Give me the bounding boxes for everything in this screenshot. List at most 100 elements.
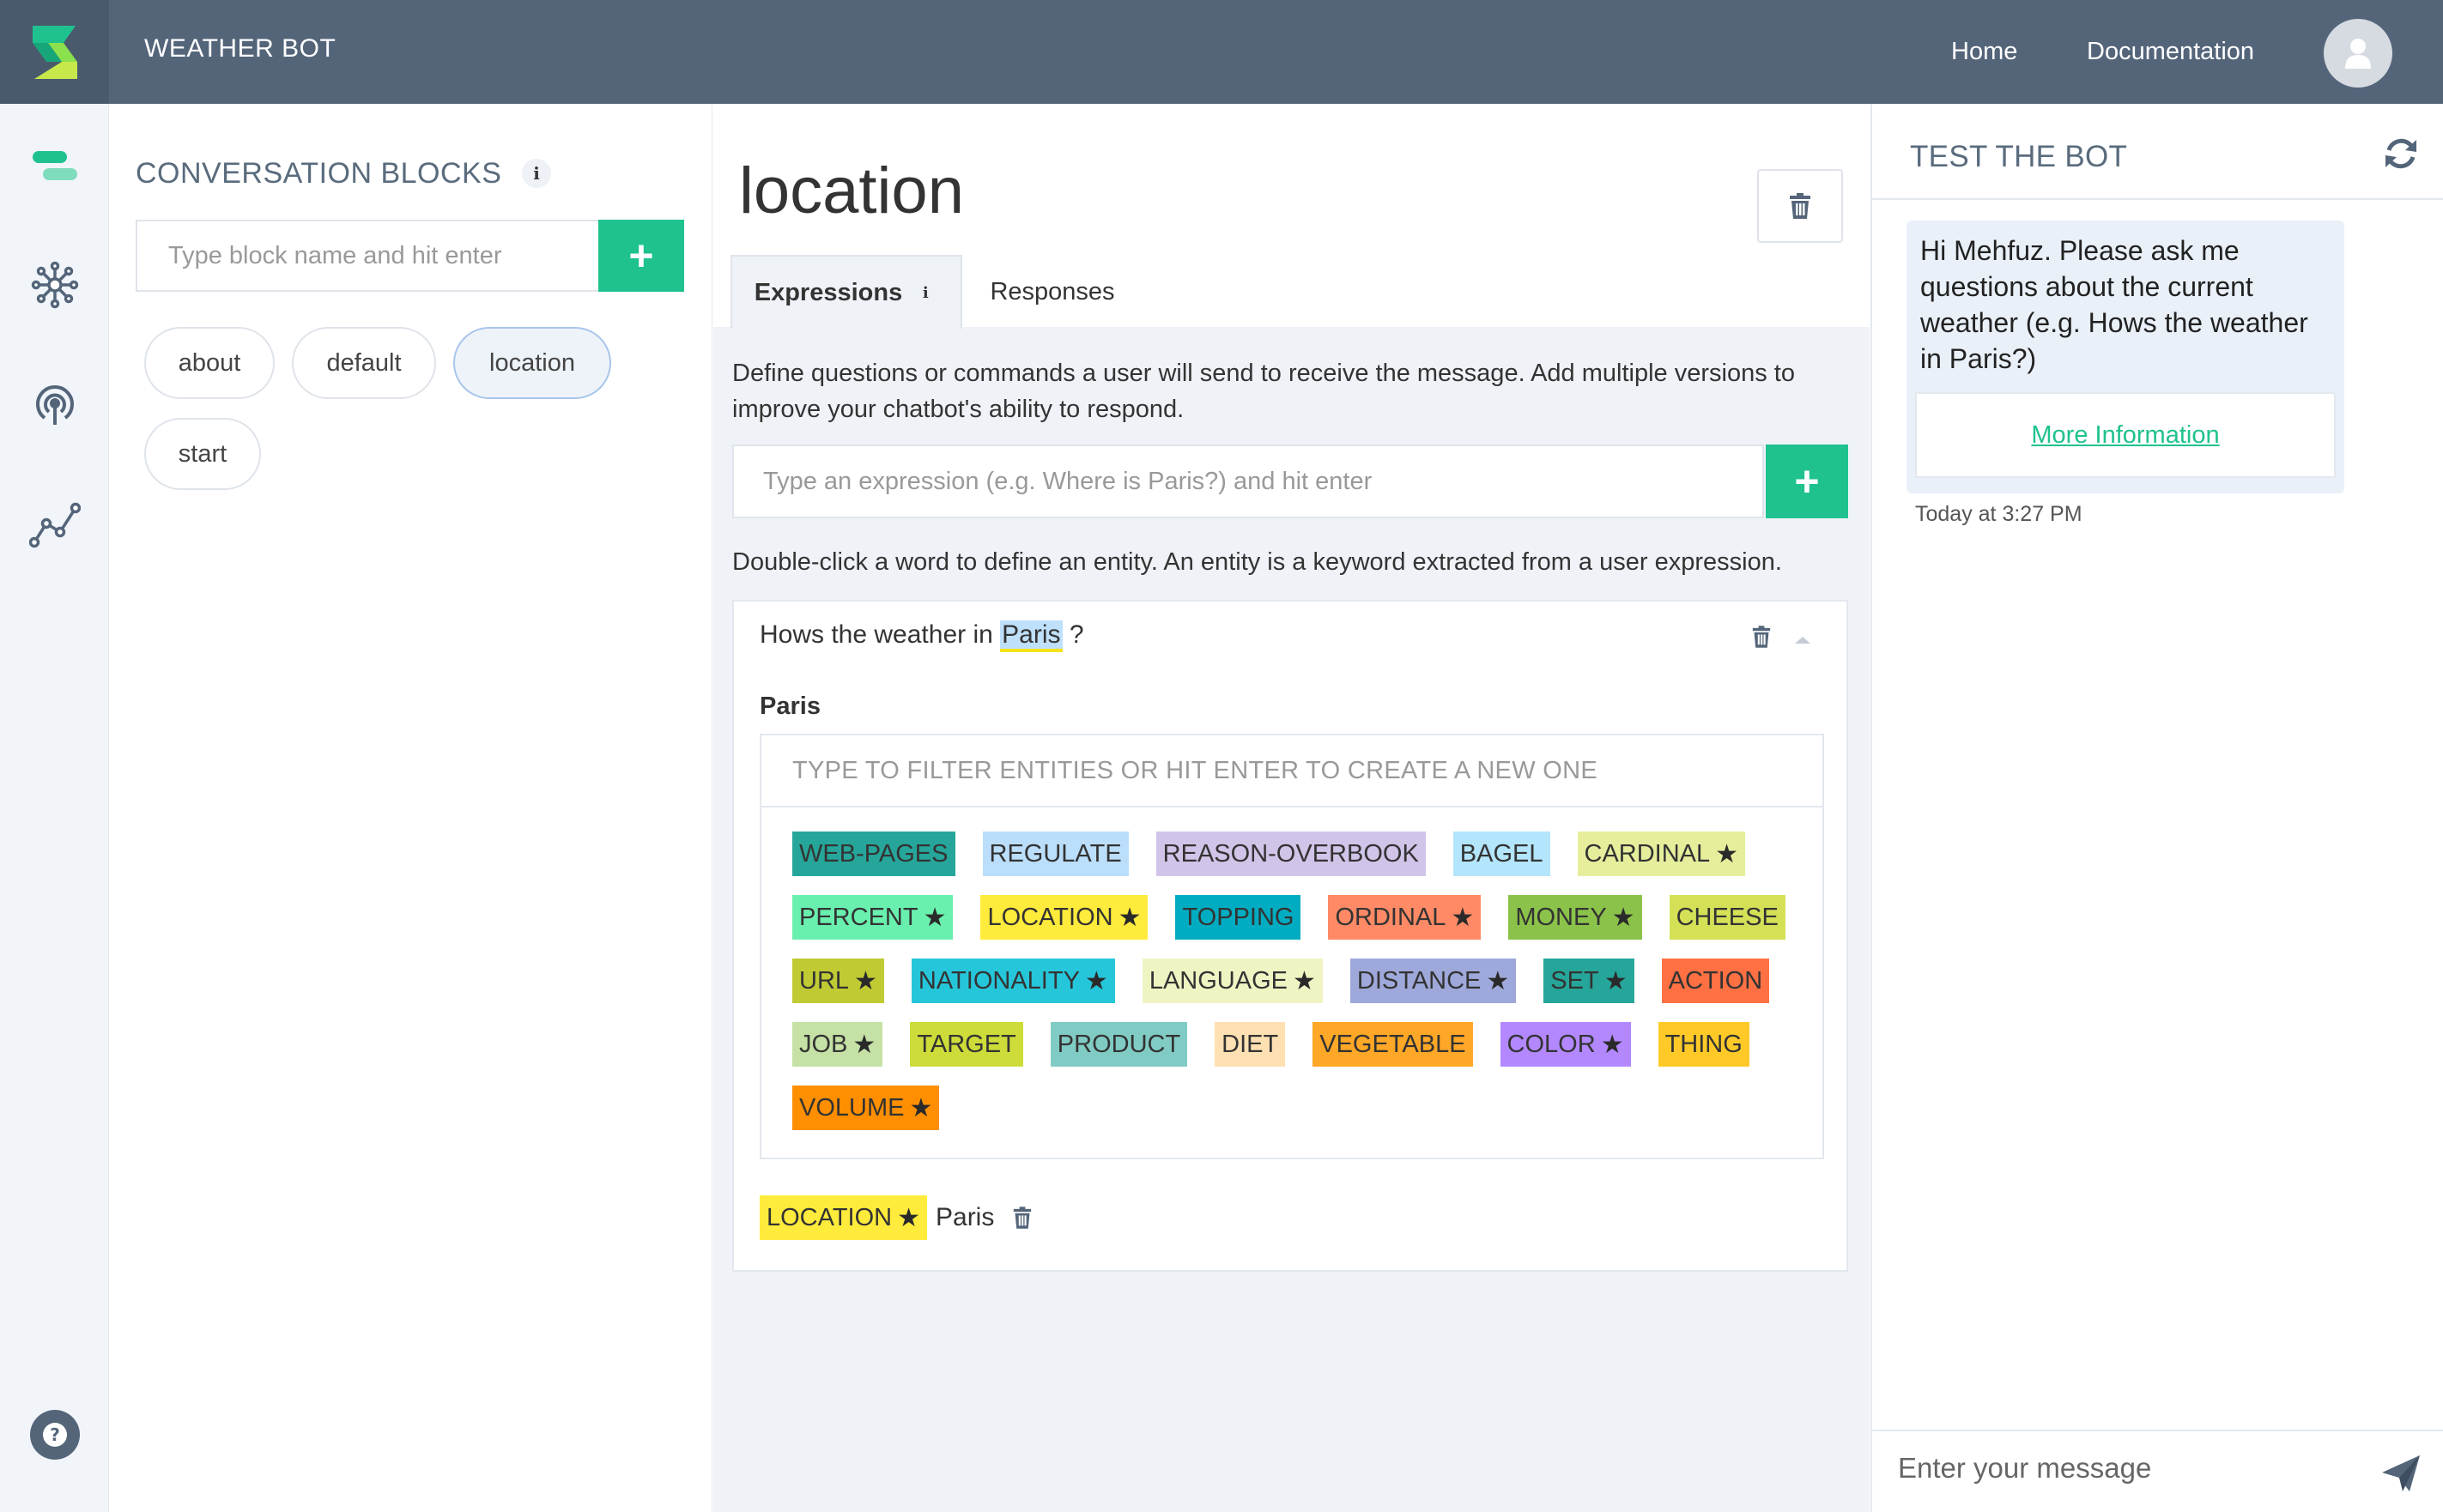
test-bot-title: TEST THE BOT bbox=[1910, 140, 2128, 173]
entity-tag-label: PERCENT bbox=[799, 903, 918, 931]
entity-tag-label: TARGET bbox=[917, 1030, 1016, 1058]
broadcast-icon[interactable] bbox=[28, 378, 82, 432]
star-icon: ★ bbox=[1293, 966, 1316, 995]
entity-tag-ordinal[interactable]: ORDINAL ★ bbox=[1328, 895, 1482, 940]
entity-tag-url[interactable]: URL ★ bbox=[792, 959, 884, 1003]
entity-tag-label: THING bbox=[1664, 1030, 1743, 1058]
entities-icon[interactable] bbox=[28, 258, 82, 311]
assigned-entity-label: LOCATION bbox=[767, 1203, 893, 1231]
star-icon: ★ bbox=[854, 966, 877, 995]
star-icon: ★ bbox=[909, 1093, 933, 1122]
entity-tag-location[interactable]: LOCATION ★ bbox=[980, 895, 1149, 940]
info-icon[interactable]: i bbox=[522, 159, 552, 188]
entity-tag-nationality[interactable]: NATIONALITY ★ bbox=[911, 959, 1115, 1003]
test-bot-header: TEST THE BOT bbox=[1872, 104, 2443, 200]
app-logo[interactable] bbox=[0, 0, 109, 104]
entity-tag-volume[interactable]: VOLUME ★ bbox=[792, 1086, 940, 1130]
star-icon: ★ bbox=[1118, 903, 1142, 932]
entity-tag-label: DIET bbox=[1222, 1030, 1279, 1058]
nav-documentation-link[interactable]: Documentation bbox=[2087, 38, 2254, 66]
block-pill-location[interactable]: location bbox=[453, 327, 611, 399]
nav-home-link[interactable]: Home bbox=[1951, 38, 2017, 66]
user-avatar[interactable] bbox=[2324, 19, 2392, 88]
star-icon: ★ bbox=[1451, 903, 1475, 932]
delete-expression-button[interactable] bbox=[1752, 626, 1771, 652]
expression-text[interactable]: Hows the weather in Paris ? bbox=[760, 620, 1084, 652]
entity-tag-reason-overbook[interactable]: REASON-OVERBOOK bbox=[1155, 832, 1426, 876]
block-editor: location Expressions i Responses Define … bbox=[713, 104, 1870, 1512]
star-icon: ★ bbox=[1603, 966, 1628, 995]
conversation-blocks-panel: CONVERSATION BLOCKS i Type block name an… bbox=[110, 104, 712, 1512]
test-bot-panel: TEST THE BOT Hi Mehfuz. Please ask me qu… bbox=[1870, 104, 2443, 1512]
block-name-input[interactable]: Type block name and hit enter bbox=[136, 220, 599, 292]
expression-input[interactable]: Type an expression (e.g. Where is Paris?… bbox=[732, 445, 1764, 518]
entity-tag-label: MONEY bbox=[1515, 903, 1607, 931]
entity-tag-web-pages[interactable]: WEB-PAGES bbox=[792, 832, 955, 876]
blocks-icon[interactable] bbox=[28, 140, 82, 193]
entity-tag-cardinal[interactable]: CARDINAL ★ bbox=[1577, 832, 1746, 876]
entity-tag-label: LANGUAGE bbox=[1149, 966, 1288, 995]
block-pill-start[interactable]: start bbox=[144, 418, 261, 490]
entity-tag-action[interactable]: ACTION bbox=[1661, 959, 1770, 1003]
more-information-button[interactable]: More Information bbox=[1915, 392, 2336, 478]
entity-tag-job[interactable]: JOB ★ bbox=[792, 1022, 883, 1067]
entity-tag-label: COLOR bbox=[1506, 1030, 1596, 1058]
analytics-icon[interactable] bbox=[28, 499, 82, 552]
delete-entity-button[interactable] bbox=[1013, 1207, 1032, 1229]
top-bar: WEATHER BOT Home Documentation bbox=[0, 0, 2443, 104]
entity-tag-distance[interactable]: DISTANCE ★ bbox=[1349, 959, 1517, 1003]
assigned-entity-tag[interactable]: LOCATION ★ bbox=[760, 1195, 927, 1240]
block-pill-default[interactable]: default bbox=[292, 327, 436, 399]
entity-tag-color[interactable]: COLOR ★ bbox=[1500, 1022, 1631, 1067]
collapse-icon[interactable] bbox=[1795, 632, 1810, 648]
entity-tag-target[interactable]: TARGET bbox=[910, 1022, 1023, 1067]
star-icon: ★ bbox=[1611, 903, 1635, 932]
app-title: WEATHER BOT bbox=[144, 34, 336, 63]
entity-tag-label: TOPPING bbox=[1182, 903, 1294, 931]
delete-block-button[interactable] bbox=[1757, 169, 1843, 243]
selected-word-label: Paris bbox=[760, 692, 821, 720]
refresh-icon[interactable] bbox=[2382, 135, 2420, 177]
tab-expressions[interactable]: Expressions i bbox=[730, 255, 962, 329]
send-icon[interactable] bbox=[2380, 1454, 2422, 1497]
entity-tag-cheese[interactable]: CHEESE bbox=[1669, 895, 1785, 940]
expression-before: Hows the weather in bbox=[760, 620, 1001, 649]
entity-tag-bagel[interactable]: BAGEL bbox=[1452, 832, 1550, 876]
entity-tag-regulate[interactable]: REGULATE bbox=[982, 832, 1129, 876]
tab-responses[interactable]: Responses bbox=[962, 255, 1143, 329]
entity-tag-set[interactable]: SET ★ bbox=[1543, 959, 1634, 1003]
entity-tag-list: WEB-PAGES REGULATE REASON-OVERBOOK BAGEL CAR… bbox=[792, 832, 1805, 1130]
star-icon: ★ bbox=[923, 903, 947, 932]
entity-filter-input[interactable]: TYPE TO FILTER ENTITIES OR HIT ENTER TO … bbox=[761, 735, 1822, 807]
assigned-entity-value: Paris bbox=[936, 1203, 995, 1231]
entity-tag-topping[interactable]: TOPPING bbox=[1175, 895, 1301, 940]
svg-text:?: ? bbox=[50, 1424, 60, 1445]
entity-picker: TYPE TO FILTER ENTITIES OR HIT ENTER TO … bbox=[760, 734, 1824, 1159]
add-expression-button[interactable]: + bbox=[1766, 445, 1848, 518]
entity-hint: Double-click a word to define an entity.… bbox=[732, 548, 1782, 576]
entity-tag-language[interactable]: LANGUAGE ★ bbox=[1142, 959, 1323, 1003]
add-block-button[interactable]: + bbox=[598, 220, 684, 292]
highlighted-word[interactable]: Paris bbox=[1000, 620, 1063, 652]
icon-rail: ? bbox=[0, 104, 109, 1512]
expressions-description: Define questions or commands a user will… bbox=[732, 360, 1795, 423]
entity-tag-label: ORDINAL bbox=[1335, 903, 1446, 931]
entity-tag-diet[interactable]: DIET bbox=[1215, 1022, 1286, 1067]
block-pill-about[interactable]: about bbox=[144, 327, 275, 399]
entity-tag-label: REGULATE bbox=[989, 839, 1122, 868]
entity-tag-percent[interactable]: PERCENT ★ bbox=[792, 895, 954, 940]
info-icon[interactable]: i bbox=[912, 280, 939, 305]
star-icon: ★ bbox=[1084, 966, 1108, 995]
entity-tag-vegetable[interactable]: VEGETABLE bbox=[1312, 1022, 1473, 1067]
trash-icon bbox=[1790, 193, 1810, 219]
entity-tag-product[interactable]: PRODUCT bbox=[1050, 1022, 1188, 1067]
help-icon[interactable]: ? bbox=[28, 1408, 82, 1461]
entity-tag-label: URL bbox=[799, 966, 850, 995]
message-timestamp: Today at 3:27 PM bbox=[1915, 502, 2082, 526]
entity-tag-label: DISTANCE bbox=[1356, 966, 1482, 995]
entity-tag-money[interactable]: MONEY ★ bbox=[1508, 895, 1642, 940]
entity-tag-thing[interactable]: THING bbox=[1658, 1022, 1749, 1067]
star-icon: ★ bbox=[897, 1203, 920, 1232]
message-input[interactable]: Enter your message bbox=[1898, 1452, 2151, 1485]
entity-tag-label: BAGEL bbox=[1459, 839, 1543, 868]
